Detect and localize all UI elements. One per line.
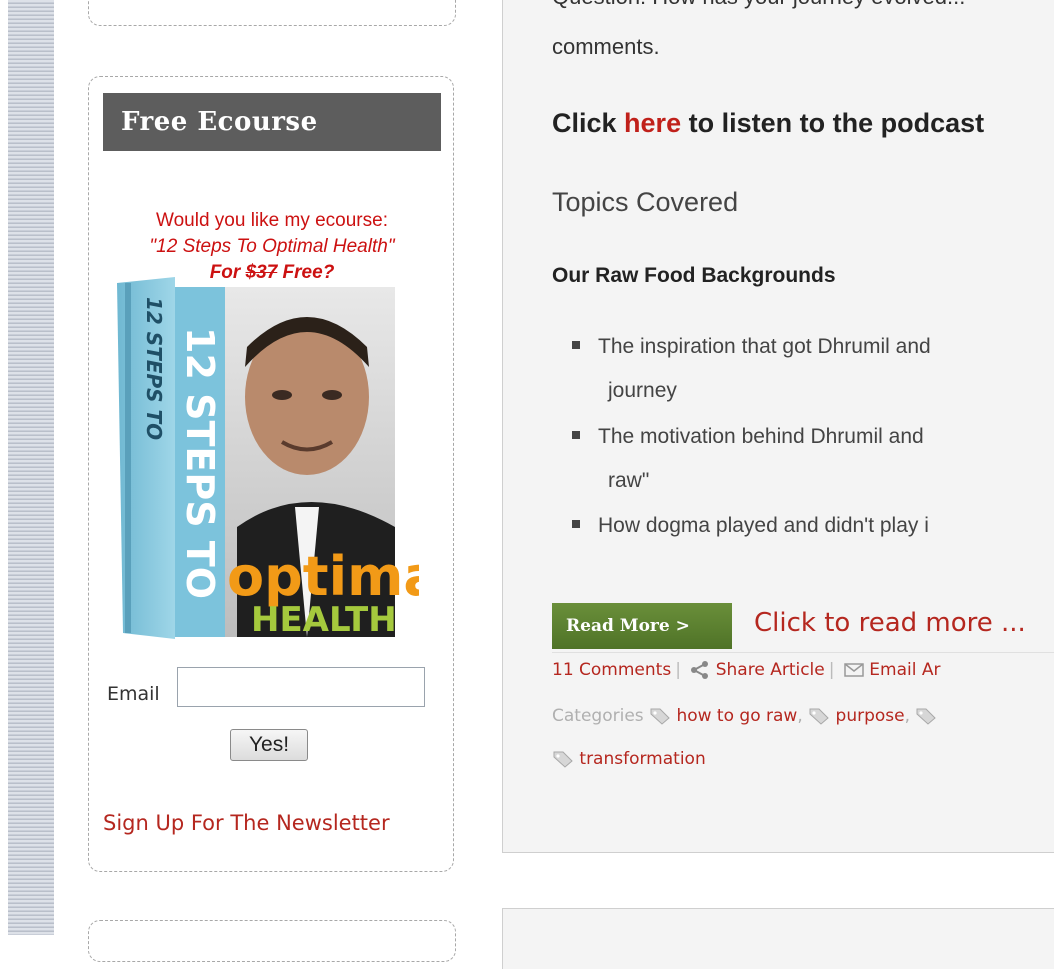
list-item: The motivation behind Dhrumil and: [572, 425, 924, 449]
bullet-icon: [572, 520, 580, 529]
category-link[interactable]: transformation: [579, 749, 705, 769]
list-item-continuation: raw": [608, 469, 650, 492]
offer-line-2: "12 Steps To Optimal Health": [149, 236, 395, 257]
bullet-icon: [572, 341, 580, 350]
categories-row-continued: transformation: [552, 749, 706, 769]
book-cover-title: 12 STEPS TO: [178, 327, 222, 599]
email-label: Email: [107, 683, 160, 705]
categories-row: Categories how to go raw, purpose,: [552, 706, 937, 726]
divider: [552, 652, 1054, 653]
ecourse-widget: Free Ecourse Would you like my ecourse: …: [88, 76, 454, 872]
post-text: comments.: [552, 34, 660, 59]
post-content: Question: How has your journey evolved..…: [552, 0, 1054, 935]
tag-icon: [650, 708, 670, 725]
share-icon[interactable]: [690, 661, 710, 679]
newsletter-signup-link[interactable]: Sign Up For The Newsletter: [103, 811, 390, 835]
offer-line-1: Would you like my ecourse:: [156, 210, 388, 231]
read-more-link[interactable]: Click to read more ...: [754, 608, 1026, 638]
section-heading: Our Raw Food Backgrounds: [552, 264, 836, 287]
email-article-link[interactable]: Email Ar: [869, 660, 940, 680]
category-link[interactable]: purpose: [836, 706, 905, 726]
bullet-icon: [572, 431, 580, 440]
post-meta: 11 Comments | Share Article | Email Ar: [552, 660, 941, 680]
tag-icon: [916, 708, 937, 725]
share-article-link[interactable]: Share Article: [716, 660, 825, 680]
categories-label: Categories: [552, 706, 644, 726]
list-item: The inspiration that got Dhrumil and: [572, 335, 931, 359]
email-icon[interactable]: [844, 663, 864, 677]
podcast-suffix: to listen to the podcast: [681, 108, 985, 138]
category-link[interactable]: how to go raw: [676, 706, 797, 726]
podcast-prefix: Click: [552, 108, 625, 138]
tag-icon: [809, 708, 829, 725]
ecourse-book-image[interactable]: 12 STEPS TO 12 STEPS TO optimal HEALTH: [117, 277, 419, 639]
post-text-cutoff: Question: How has your journey evolved..…: [552, 0, 965, 10]
book-cover-health: HEALTH: [251, 600, 397, 639]
topics-heading: Topics Covered: [552, 187, 739, 217]
list-item: How dogma played and didn't play i: [572, 514, 929, 538]
submit-button[interactable]: Yes!: [230, 729, 308, 761]
podcast-link[interactable]: here: [624, 108, 681, 138]
read-more-button[interactable]: Read More >: [552, 603, 732, 649]
previous-widget: [88, 0, 456, 26]
book-cover-optimal: optimal: [227, 545, 419, 608]
comments-link[interactable]: 11 Comments: [552, 660, 671, 680]
book-spine-text: 12 STEPS TO: [142, 297, 166, 440]
widget-title: Free Ecourse: [103, 93, 441, 151]
email-field[interactable]: [177, 667, 425, 707]
next-widget: [88, 920, 456, 962]
list-item-continuation: journey: [608, 379, 677, 402]
podcast-line: Click here to listen to the podcast: [552, 108, 984, 139]
tag-icon: [553, 751, 573, 768]
page-background-stripe: [8, 0, 54, 935]
